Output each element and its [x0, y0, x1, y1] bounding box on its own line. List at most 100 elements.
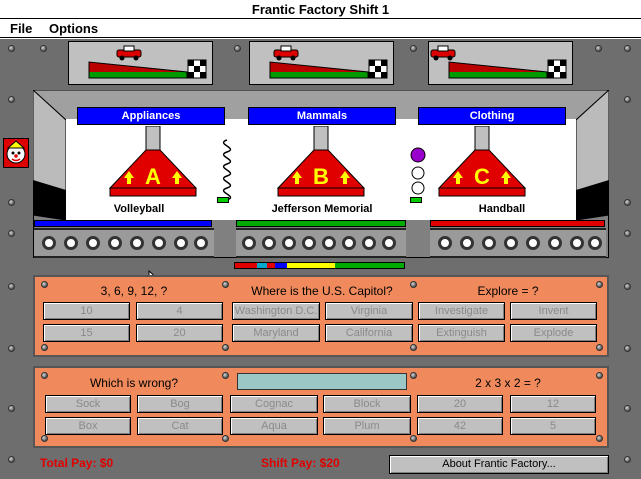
- answer-button[interactable]: Aqua: [230, 417, 318, 435]
- answer-display: [237, 373, 407, 390]
- sorter-indicator: [217, 197, 229, 203]
- conveyor-strip-c: [430, 220, 605, 227]
- window-title: Frantic Factory Shift 1: [0, 0, 641, 19]
- ball-stack-icon: [410, 147, 426, 195]
- checkered-flag-icon: [368, 59, 388, 79]
- answer-button[interactable]: 42: [417, 417, 503, 435]
- rivet: [222, 435, 229, 442]
- sorter-indicator: [410, 197, 422, 203]
- rivet: [8, 405, 15, 412]
- answer-button[interactable]: 15: [43, 324, 130, 342]
- hopper-letter-a: A: [145, 164, 161, 189]
- rivet: [624, 405, 631, 412]
- conveyor-strip-a: [34, 220, 212, 227]
- race-track-3: [428, 41, 573, 85]
- answer-button[interactable]: Maryland: [232, 324, 320, 342]
- rivet: [234, 45, 241, 52]
- answer-button[interactable]: 10: [43, 302, 130, 320]
- shift-progress-strip: [234, 262, 405, 269]
- rivet: [624, 230, 631, 237]
- hopper-letter-b: B: [313, 164, 329, 189]
- about-button[interactable]: About Frantic Factory...: [389, 455, 609, 474]
- question-text: Explore = ?: [477, 284, 539, 298]
- clown-face-icon[interactable]: [3, 138, 29, 168]
- rivet: [596, 435, 603, 442]
- hopper-item-c: Handball: [478, 203, 526, 215]
- hopper-a[interactable]: A: [108, 126, 198, 198]
- rivet: [8, 45, 15, 52]
- answer-button[interactable]: Extinguish: [418, 324, 505, 342]
- question-text: 3, 6, 9, 12, ?: [100, 284, 168, 298]
- menu-options[interactable]: Options: [49, 21, 98, 36]
- race-track-graphic: [430, 45, 567, 79]
- rivet: [410, 45, 417, 52]
- conveyor-belt-c: [430, 228, 606, 258]
- checkered-flag-icon: [547, 59, 567, 79]
- race-car-icon: [273, 45, 299, 61]
- answer-button[interactable]: Investigate: [418, 302, 505, 320]
- race-track-graphic: [269, 45, 388, 79]
- answer-button[interactable]: 5: [510, 417, 596, 435]
- answer-button[interactable]: 20: [417, 395, 503, 413]
- rivet: [595, 45, 602, 52]
- race-track-1: [68, 41, 213, 85]
- rivet: [41, 435, 48, 442]
- answer-button[interactable]: Virginia: [325, 302, 413, 320]
- answer-button[interactable]: Sock: [45, 395, 131, 413]
- race-car-icon: [116, 45, 142, 61]
- question-text: Which is wrong?: [89, 376, 179, 390]
- answer-button[interactable]: Cognac: [230, 395, 318, 413]
- category-label-c: Clothing: [418, 107, 566, 125]
- answer-button[interactable]: Plum: [323, 417, 411, 435]
- menu-file[interactable]: File: [10, 21, 32, 36]
- rivet: [8, 230, 15, 237]
- rivet: [624, 456, 631, 463]
- category-label-a: Appliances: [77, 107, 225, 125]
- race-car-icon: [430, 45, 456, 61]
- rivet: [8, 96, 15, 103]
- answer-button[interactable]: Box: [45, 417, 131, 435]
- conveyor-strip-b: [236, 220, 406, 227]
- conveyor-belt-b: [236, 228, 406, 258]
- hopper-letter-c: C: [474, 164, 490, 189]
- answer-button[interactable]: Bog: [137, 395, 223, 413]
- category-label-b: Mammals: [248, 107, 396, 125]
- rivet: [41, 344, 48, 351]
- rivet: [624, 45, 631, 52]
- question-text: 2 x 3 x 2 = ?: [475, 376, 541, 390]
- rivet: [624, 199, 631, 206]
- rivet: [410, 344, 417, 351]
- answer-button[interactable]: Washington D.C.: [232, 302, 320, 320]
- answer-button[interactable]: 4: [136, 302, 223, 320]
- hopper-item-a: Volleyball: [113, 203, 165, 215]
- rivet: [8, 283, 15, 290]
- hopper-b[interactable]: B: [276, 126, 366, 198]
- answer-button[interactable]: Block: [323, 395, 411, 413]
- race-track-graphic: [88, 45, 207, 79]
- hopper-c[interactable]: C: [437, 126, 527, 198]
- conveyor-belt-a: [34, 228, 214, 258]
- race-track-2: [249, 41, 394, 85]
- rivet: [8, 345, 15, 352]
- rivet: [624, 96, 631, 103]
- answer-button[interactable]: Explode: [510, 324, 597, 342]
- shift-pay-label: Shift Pay: $20: [261, 456, 340, 470]
- hopper-item-b: Jefferson Memorial: [271, 203, 373, 215]
- rivet: [222, 344, 229, 351]
- rivet: [40, 45, 47, 52]
- rivet: [596, 344, 603, 351]
- rivet: [410, 435, 417, 442]
- answer-button[interactable]: 20: [136, 324, 223, 342]
- rivet: [624, 283, 631, 290]
- checkered-flag-icon: [187, 59, 207, 79]
- answer-button[interactable]: California: [325, 324, 413, 342]
- rivet: [624, 345, 631, 352]
- rivet: [8, 456, 15, 463]
- total-pay-label: Total Pay: $0: [40, 456, 114, 470]
- answer-button[interactable]: Cat: [137, 417, 223, 435]
- menu-bar: File Options: [0, 19, 641, 38]
- question-text: Where is the U.S. Capitol?: [251, 284, 393, 298]
- rivet: [8, 199, 15, 206]
- answer-button[interactable]: Invent: [510, 302, 597, 320]
- answer-button[interactable]: 12: [510, 395, 596, 413]
